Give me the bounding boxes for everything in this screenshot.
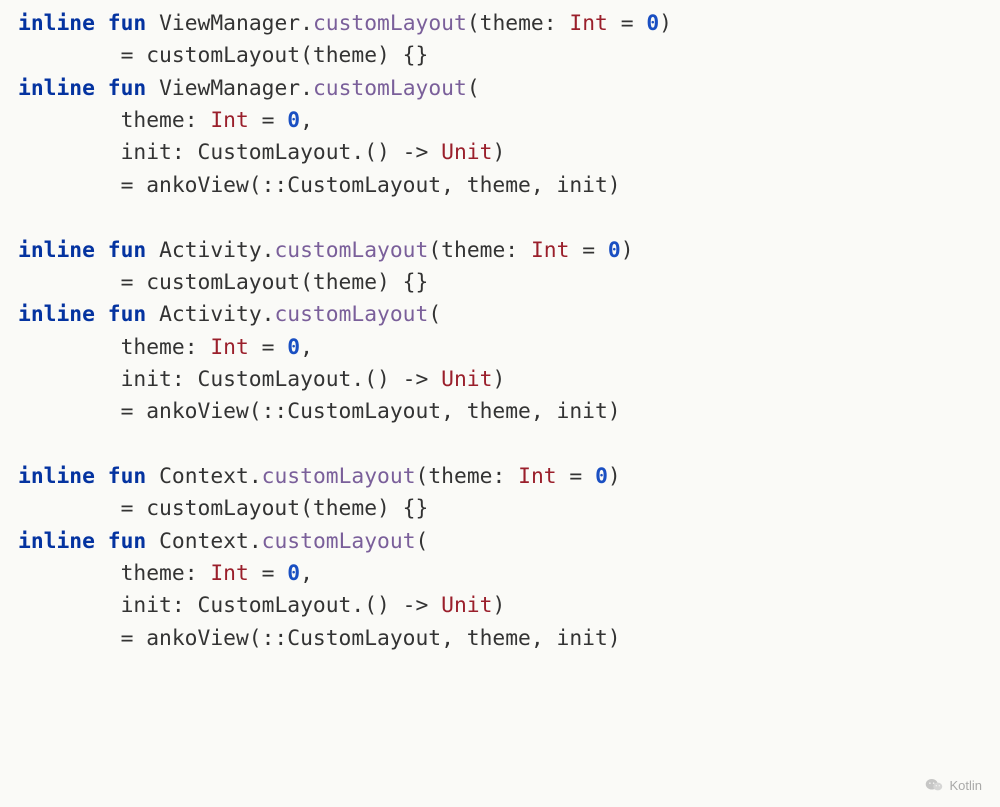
keyword-inline: inline: [18, 464, 95, 489]
type-unit: Unit: [441, 367, 492, 392]
code-line: inline fun Context.customLayout(: [18, 529, 428, 554]
code-line: = ankoView(::CustomLayout, theme, init): [18, 626, 621, 651]
code-block: inline fun ViewManager.customLayout( them…: [0, 0, 1000, 663]
blank-line: [18, 432, 31, 457]
code-line: init: CustomLayout.() -> Unit): [18, 140, 505, 165]
code-line: inline fun ViewManager.customLayout(: [18, 76, 480, 101]
keyword-fun: fun: [108, 76, 146, 101]
code-line: = customLayout(theme) {}: [18, 496, 428, 521]
watermark-label: Kotlin: [949, 778, 982, 793]
keyword-inline: inline: [18, 11, 95, 36]
code-line: = ankoView(::CustomLayout, theme, init): [18, 399, 621, 424]
code-line: theme: Int = 0,: [18, 335, 313, 360]
receiver-type: Activity: [159, 302, 262, 327]
receiver-type: Activity: [159, 238, 262, 263]
function-name: customLayout: [262, 464, 416, 489]
param-theme: theme: [121, 335, 185, 360]
param-theme: theme: [428, 464, 492, 489]
code-line: theme: Int = 0,: [18, 108, 313, 133]
type-int: Int: [210, 108, 248, 133]
arrow: ->: [403, 140, 429, 165]
code-line: inline fun Activity.customLayout(theme: …: [18, 238, 634, 263]
type-int: Int: [518, 464, 556, 489]
code-line: theme: Int = 0,: [18, 561, 313, 586]
param-theme: theme: [480, 11, 544, 36]
keyword-fun: fun: [108, 238, 146, 263]
wechat-icon: [925, 777, 943, 793]
literal-zero: 0: [646, 11, 659, 36]
body-call: customLayout(theme) {}: [146, 43, 428, 68]
body-call: customLayout(theme) {}: [146, 496, 428, 521]
param-theme: theme: [121, 108, 185, 133]
keyword-fun: fun: [108, 302, 146, 327]
blank-line: [18, 205, 31, 230]
function-name: customLayout: [274, 238, 428, 263]
literal-zero: 0: [287, 108, 300, 133]
function-name: customLayout: [274, 302, 428, 327]
receiver-type: Context: [159, 529, 249, 554]
literal-zero: 0: [595, 464, 608, 489]
code-line: init: CustomLayout.() -> Unit): [18, 367, 505, 392]
keyword-inline: inline: [18, 302, 95, 327]
param-init: init: CustomLayout.(): [121, 140, 403, 165]
code-line: inline fun ViewManager.customLayout(them…: [18, 11, 672, 36]
type-int: Int: [531, 238, 569, 263]
arrow: ->: [403, 367, 429, 392]
body-ankoview: ankoView(::CustomLayout, theme, init): [146, 626, 620, 651]
code-line: init: CustomLayout.() -> Unit): [18, 593, 505, 618]
function-name: customLayout: [313, 11, 467, 36]
body-ankoview: ankoView(::CustomLayout, theme, init): [146, 399, 620, 424]
keyword-fun: fun: [108, 529, 146, 554]
body-call: customLayout(theme) {}: [146, 270, 428, 295]
arrow: ->: [403, 593, 429, 618]
type-unit: Unit: [441, 593, 492, 618]
keyword-inline: inline: [18, 238, 95, 263]
keyword-inline: inline: [18, 529, 95, 554]
type-int: Int: [210, 561, 248, 586]
type-int: Int: [210, 335, 248, 360]
receiver-type: ViewManager: [159, 76, 300, 101]
body-ankoview: ankoView(::CustomLayout, theme, init): [146, 173, 620, 198]
param-init: init: CustomLayout.(): [121, 367, 403, 392]
param-theme: theme: [121, 561, 185, 586]
type-unit: Unit: [441, 140, 492, 165]
keyword-fun: fun: [108, 464, 146, 489]
function-name: customLayout: [313, 76, 467, 101]
receiver-type: Context: [159, 464, 249, 489]
literal-zero: 0: [287, 561, 300, 586]
keyword-inline: inline: [18, 76, 95, 101]
type-int: Int: [569, 11, 607, 36]
code-line: inline fun Activity.customLayout(: [18, 302, 441, 327]
code-line: = customLayout(theme) {}: [18, 43, 428, 68]
param-init: init: CustomLayout.(): [121, 593, 403, 618]
literal-zero: 0: [608, 238, 621, 263]
keyword-fun: fun: [108, 11, 146, 36]
code-line: inline fun Context.customLayout(theme: I…: [18, 464, 621, 489]
receiver-type: ViewManager: [159, 11, 300, 36]
param-theme: theme: [441, 238, 505, 263]
code-line: = ankoView(::CustomLayout, theme, init): [18, 173, 621, 198]
code-line: = customLayout(theme) {}: [18, 270, 428, 295]
watermark: Kotlin: [925, 777, 982, 793]
literal-zero: 0: [287, 335, 300, 360]
function-name: customLayout: [262, 529, 416, 554]
